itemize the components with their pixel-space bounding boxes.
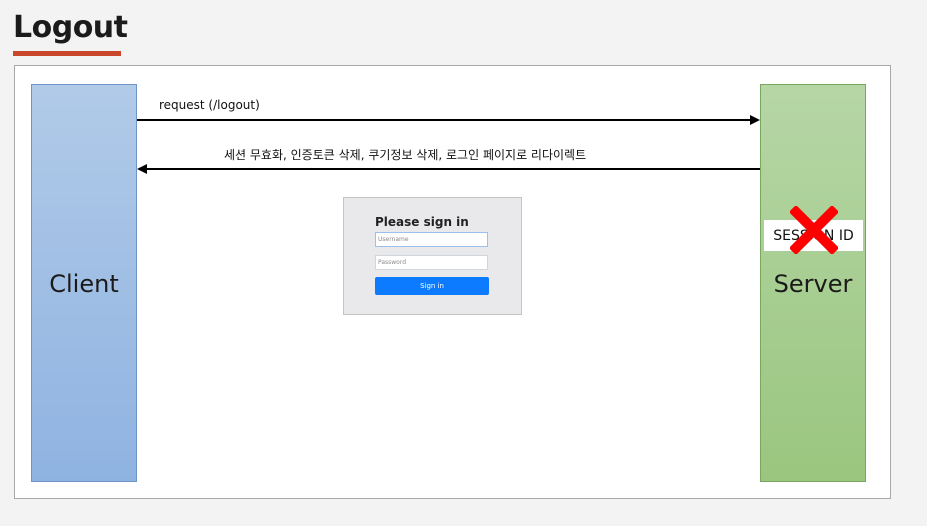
request-arrow-label: request (/logout) [159,98,260,112]
page-title: Logout [13,10,128,45]
request-arrowhead-icon [750,115,760,125]
client-label: Client [49,270,119,298]
request-arrow-line [137,119,751,121]
password-input[interactable]: Password [375,255,488,270]
red-x-icon [790,206,838,254]
sign-in-button[interactable]: Sign in [375,277,489,295]
client-box: Client [31,84,137,482]
server-box: Server [760,84,866,482]
login-page-preview: Please sign in Username Password Sign in [343,197,522,315]
response-arrow-label: 세션 무효화, 인증토큰 삭제, 쿠기정보 삭제, 로그인 페이지로 리다이렉트 [224,148,587,162]
server-label: Server [773,270,853,298]
response-arrow-line [147,168,760,170]
response-arrowhead-icon [137,164,147,174]
login-title: Please sign in [375,215,469,229]
title-underline [13,51,121,56]
username-input[interactable]: Username [375,232,488,247]
